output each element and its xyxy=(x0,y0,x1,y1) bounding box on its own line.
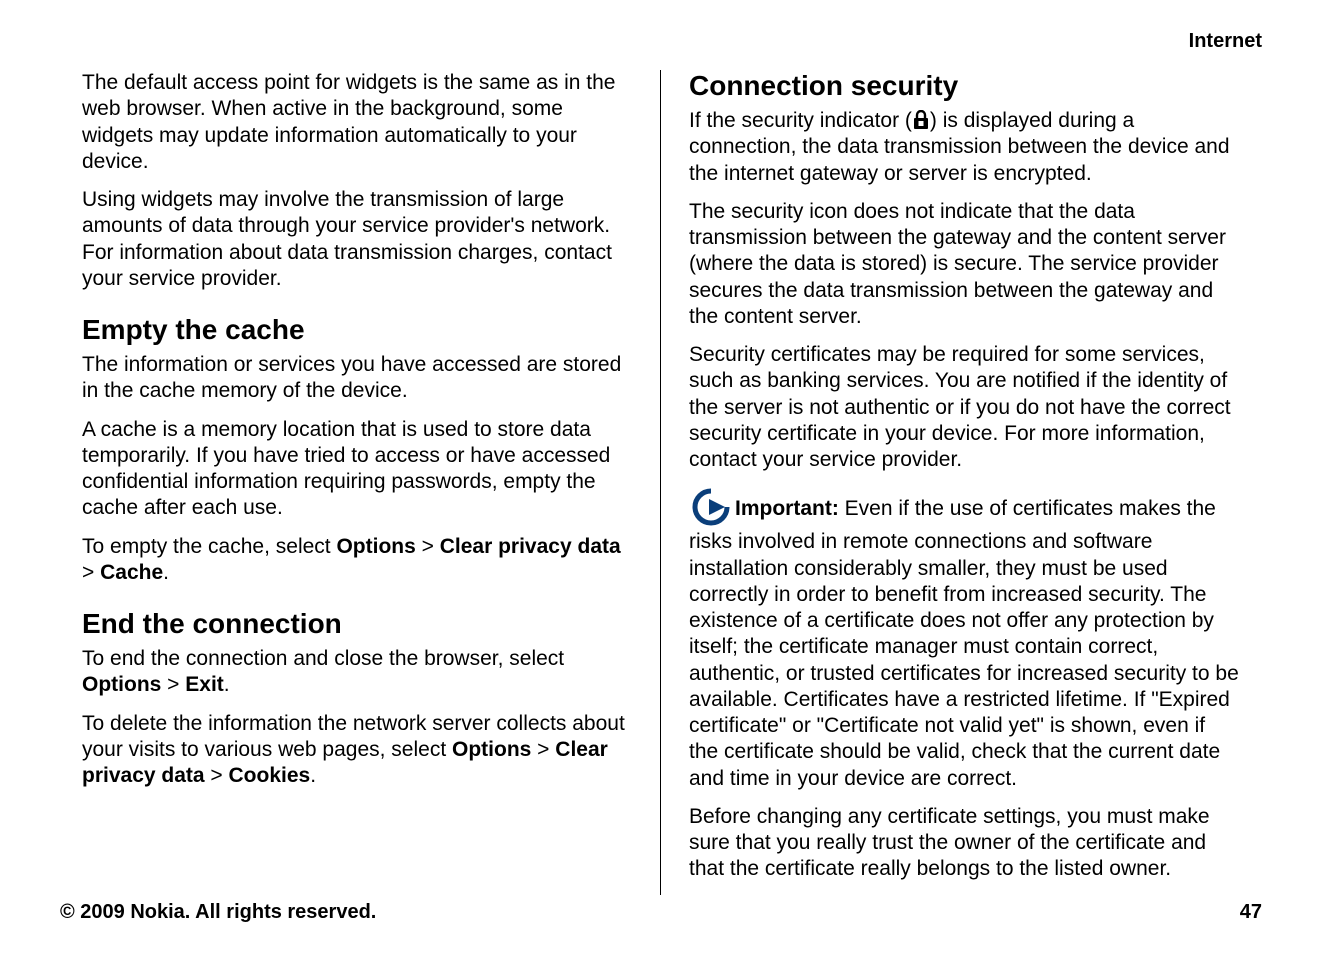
text-fragment: . xyxy=(310,764,316,787)
heading-empty-cache: Empty the cache xyxy=(82,314,638,346)
note-arrow-icon xyxy=(689,485,733,529)
menu-exit: Exit xyxy=(185,673,224,696)
heading-end-connection: End the connection xyxy=(82,608,638,640)
content-columns: The default access point for widgets is … xyxy=(60,30,1262,895)
text-fragment: If the security indicator ( xyxy=(689,109,912,132)
text-fragment: > xyxy=(205,764,229,787)
page-number: 47 xyxy=(1240,901,1262,924)
header-category: Internet xyxy=(1189,30,1262,53)
important-body: Even if the use of certificates makes th… xyxy=(689,497,1239,789)
menu-cookies: Cookies xyxy=(229,764,311,787)
security-paragraph-3: Security certificates may be required fo… xyxy=(689,342,1240,473)
menu-cache: Cache xyxy=(100,561,163,584)
copyright-text: © 2009 Nokia. All rights reserved. xyxy=(60,901,376,924)
security-paragraph-2: The security icon does not indicate that… xyxy=(689,199,1240,330)
security-paragraph-1: If the security indicator () is displaye… xyxy=(689,108,1240,187)
security-paragraph-5: Before changing any certificate settings… xyxy=(689,804,1240,883)
intro-paragraph-2: Using widgets may involve the transmissi… xyxy=(82,187,638,292)
end-connection-paragraph-1: To end the connection and close the brow… xyxy=(82,646,638,699)
menu-options: Options xyxy=(82,673,161,696)
text-fragment: > xyxy=(82,561,100,584)
empty-cache-paragraph-3: To empty the cache, select Options > Cle… xyxy=(82,534,638,587)
empty-cache-paragraph-2: A cache is a memory location that is use… xyxy=(82,417,638,522)
text-fragment: > xyxy=(161,673,185,696)
menu-options: Options xyxy=(452,738,531,761)
end-connection-paragraph-2: To delete the information the network se… xyxy=(82,711,638,790)
menu-clear-privacy-data: Clear privacy data xyxy=(440,535,621,558)
text-fragment: . xyxy=(163,561,169,584)
right-column: Connection security If the security indi… xyxy=(661,70,1262,895)
text-fragment: > xyxy=(531,738,555,761)
left-column: The default access point for widgets is … xyxy=(60,70,661,895)
text-fragment: . xyxy=(224,673,230,696)
lock-icon xyxy=(912,110,930,130)
text-fragment: > xyxy=(416,535,440,558)
important-label: Important: xyxy=(735,497,839,520)
heading-connection-security: Connection security xyxy=(689,70,1240,102)
text-fragment: To empty the cache, select xyxy=(82,535,336,558)
empty-cache-paragraph-1: The information or services you have acc… xyxy=(82,352,638,405)
important-note: Important: Even if the use of certificat… xyxy=(689,485,1240,792)
menu-options: Options xyxy=(336,535,415,558)
page: Internet The default access point for wi… xyxy=(0,0,1322,954)
footer: © 2009 Nokia. All rights reserved. 47 xyxy=(60,901,1262,924)
text-fragment: To end the connection and close the brow… xyxy=(82,647,564,670)
intro-paragraph-1: The default access point for widgets is … xyxy=(82,70,638,175)
